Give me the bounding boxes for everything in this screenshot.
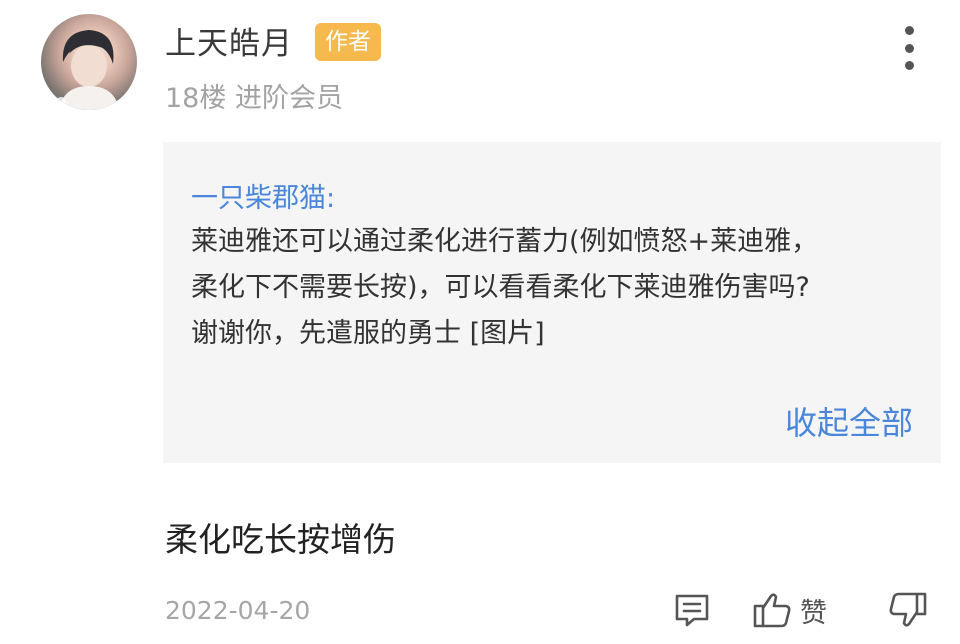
comment-icon [675,594,709,627]
post-date: 2022-04-20 [165,596,311,625]
quoted-comment: 一只柴郡猫: 莱迪雅还可以通过柔化进行蓄力(例如愤怒+莱迪雅， 柔化下不需要长按… [163,142,941,463]
collapse-all-button[interactable]: 收起全部 [785,398,913,444]
avatar-illustration [56,30,119,110]
more-vertical-icon [904,26,914,35]
like-label: 赞 [800,597,827,629]
username[interactable]: 上天皓月 [165,18,293,63]
thumbs-up-icon [753,593,791,628]
quoted-text: 莱迪雅还可以通过柔化进行蓄力(例如愤怒+莱迪雅， 柔化下不需要长按)，可以看看柔… [191,219,931,357]
avatar[interactable] [41,14,137,110]
quoted-author[interactable]: 一只柴郡猫: [191,176,335,215]
dislike-button[interactable] [886,590,928,630]
more-options-button[interactable] [896,26,922,70]
comment-button[interactable] [672,590,712,630]
more-vertical-icon [904,43,914,53]
quoted-line: 柔化下不需要长按)，可以看看柔化下莱迪雅伤害吗? [191,272,810,303]
author-badge: 作者 [315,23,381,61]
quoted-line: 莱迪雅还可以通过柔化进行蓄力(例如愤怒+莱迪雅， [191,226,819,257]
floor-and-level: 18楼 进阶会员 [165,83,343,114]
thumbs-down-icon [889,592,927,627]
like-button[interactable]: 赞 [752,590,827,630]
quoted-line: 谢谢你，先遣服的勇士 [图片] [191,318,545,349]
reply-text: 柔化吃长按增伤 [165,520,396,559]
more-vertical-icon [904,61,914,70]
